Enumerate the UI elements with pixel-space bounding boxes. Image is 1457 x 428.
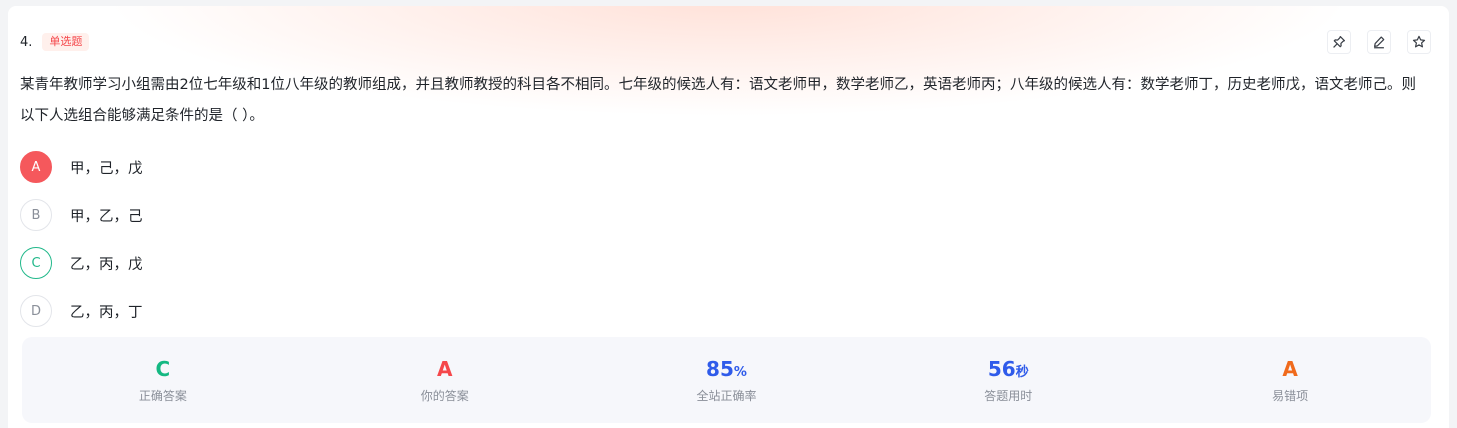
question-header: 4. 单选题 (20, 32, 90, 52)
accuracy-value: 85 (706, 356, 734, 381)
star-icon (1412, 35, 1426, 48)
question-number: 4. (20, 34, 33, 50)
common-wrong-label: 易错项 (1272, 388, 1309, 403)
correct-answer-label: 正确答案 (138, 388, 187, 403)
stat-your-answer: A 你的答案 (304, 337, 586, 423)
option-a[interactable]: A 甲，己，戊 (20, 143, 143, 191)
option-text: 乙，丙，丁 (70, 304, 143, 321)
option-c[interactable]: C 乙，丙，戊 (20, 239, 143, 287)
question-toolbar (1327, 30, 1431, 54)
time-value-wrap: 56秒 (988, 357, 1029, 381)
your-answer-value: A (436, 356, 453, 381)
time-label: 答题用时 (984, 388, 1033, 403)
edit-button[interactable] (1367, 30, 1391, 54)
option-list: A 甲，己，戊 B 甲，乙，己 C 乙，丙，戊 D 乙，丙，丁 (20, 143, 143, 335)
pin-button[interactable] (1327, 30, 1351, 54)
option-letter-badge: D (20, 295, 52, 327)
common-wrong-value: A (1282, 356, 1298, 381)
accuracy-value-wrap: 85% (706, 357, 747, 381)
answer-stats-panel: C 正确答案 A 你的答案 85% 全站正确率 56秒 答题用时 A 易错项 (22, 337, 1431, 423)
accuracy-label: 全站正确率 (696, 388, 757, 403)
question-type-tag: 单选题 (42, 33, 90, 51)
option-letter-badge: C (20, 247, 52, 279)
stat-common-wrong: A 易错项 (1149, 337, 1431, 423)
your-answer-label: 你的答案 (420, 388, 469, 403)
option-letter-badge: A (20, 151, 52, 183)
option-text: 甲，乙，己 (70, 208, 143, 225)
edit-icon (1374, 36, 1385, 49)
stat-correct-answer: C 正确答案 (22, 337, 304, 423)
question-stem: 某青年教师学习小组需由2位七年级和1位八年级的教师组成，并且教师教授的科目各不相… (20, 77, 1416, 124)
stat-accuracy: 85% 全站正确率 (586, 337, 868, 423)
option-text: 乙，丙，戊 (70, 256, 143, 273)
option-letter-badge: B (20, 199, 52, 231)
time-value: 56 (987, 356, 1016, 381)
accuracy-unit: % (733, 364, 747, 380)
option-d[interactable]: D 乙，丙，丁 (20, 287, 143, 335)
favorite-button[interactable] (1407, 30, 1431, 54)
stat-time-used: 56秒 答题用时 (867, 337, 1149, 423)
option-text: 甲，己，戊 (70, 160, 143, 177)
question-card: 4. 单选题 某青年教师学习小组需由2位七年级和1位八年级的教师组成，并且教师教… (8, 6, 1449, 428)
correct-answer-value: C (155, 356, 171, 381)
time-unit: 秒 (1015, 364, 1029, 380)
pin-icon (1333, 35, 1346, 48)
option-b[interactable]: B 甲，乙，己 (20, 191, 143, 239)
